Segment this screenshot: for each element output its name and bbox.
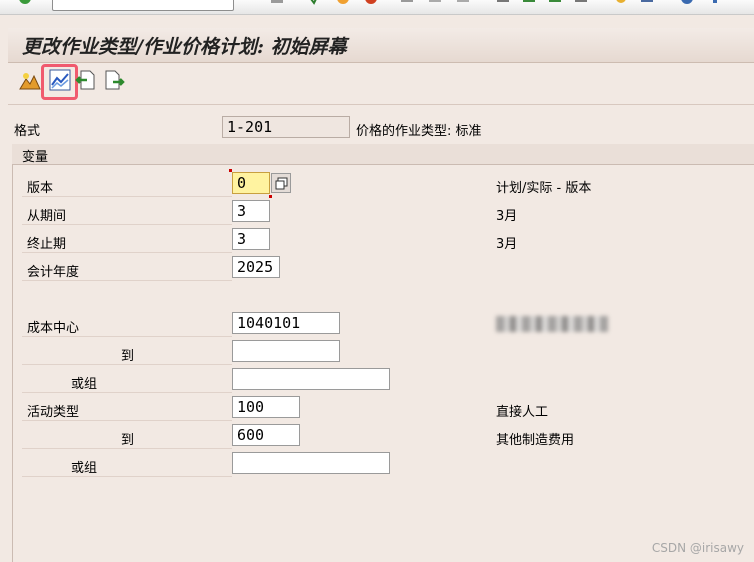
cost-center-to-label: 到 [121, 349, 135, 364]
to-period-label: 终止期 [27, 237, 67, 252]
shortcut-icon[interactable] [640, 0, 654, 9]
line-chart-icon [49, 69, 71, 95]
toolbar-divider [8, 104, 754, 105]
page-title: 更改作业类型/作业价格计划: 初始屏幕 [22, 36, 347, 58]
row-separator [22, 196, 232, 197]
enter-icon[interactable] [18, 0, 32, 9]
document-export-icon [103, 69, 125, 95]
planning-graph-button[interactable] [41, 64, 78, 100]
cost-center-description-redacted [496, 316, 608, 332]
new-session-icon[interactable] [614, 0, 628, 9]
help-icon[interactable] [680, 0, 694, 9]
row-separator [22, 420, 232, 421]
activity-type-to-field[interactable]: 600 [232, 424, 300, 446]
cost-center-group-label: 或组 [71, 377, 98, 392]
version-field[interactable]: 0 [232, 172, 270, 194]
version-label: 版本 [27, 181, 54, 196]
cost-center-to-field[interactable] [232, 340, 340, 362]
command-field[interactable] [52, 0, 234, 11]
row-separator [22, 224, 232, 225]
export-button[interactable] [102, 70, 126, 94]
find-icon[interactable] [428, 0, 442, 9]
to-period-field[interactable]: 3 [232, 228, 270, 250]
row-separator [22, 364, 232, 365]
system-toolbar [0, 0, 754, 15]
activity-type-group-field[interactable] [232, 452, 390, 474]
format-description: 价格的作业类型: 标准 [356, 124, 482, 139]
watermark: CSDN @irisawy [651, 541, 744, 555]
fiscal-year-field[interactable]: 2025 [232, 256, 280, 278]
activity-type-group-label: 或组 [71, 461, 98, 476]
next-page-icon[interactable] [548, 0, 562, 9]
back-icon[interactable] [306, 0, 320, 9]
value-help-button[interactable] [271, 173, 291, 193]
cancel-icon[interactable] [364, 0, 378, 9]
required-marker [269, 195, 272, 198]
save-icon[interactable] [270, 0, 284, 9]
first-page-icon[interactable] [496, 0, 510, 9]
row-separator [22, 336, 232, 337]
row-separator [22, 448, 232, 449]
import-button[interactable] [74, 70, 98, 94]
copy-icon [275, 177, 288, 194]
format-field: 1-201 [222, 116, 350, 138]
exit-icon[interactable] [336, 0, 350, 9]
from-period-label: 从期间 [27, 209, 67, 224]
application-toolbar [16, 64, 156, 100]
layout-icon[interactable] [708, 0, 722, 9]
activity-type-label: 活动类型 [27, 405, 80, 420]
version-description: 计划/实际 - 版本 [496, 181, 592, 196]
last-page-icon[interactable] [574, 0, 588, 9]
print-icon[interactable] [400, 0, 414, 9]
row-separator [22, 476, 232, 477]
format-label: 格式 [14, 124, 41, 139]
to-period-description: 3月 [496, 237, 518, 252]
prev-page-icon[interactable] [522, 0, 536, 9]
cost-center-field[interactable]: 1040101 [232, 312, 340, 334]
fiscal-year-label: 会计年度 [27, 265, 80, 280]
document-import-icon [75, 69, 97, 95]
variables-group-header [12, 144, 754, 165]
find-next-icon[interactable] [456, 0, 470, 9]
activity-type-to-description: 其他制造费用 [496, 433, 575, 448]
from-period-description: 3月 [496, 209, 518, 224]
cost-center-group-field[interactable] [232, 368, 390, 390]
row-separator [22, 280, 232, 281]
from-period-field[interactable]: 3 [232, 200, 270, 222]
cost-center-label: 成本中心 [27, 321, 80, 336]
variables-group-title: 变量 [22, 150, 49, 165]
activity-type-to-label: 到 [121, 433, 135, 448]
required-marker [229, 169, 232, 172]
row-separator [22, 392, 232, 393]
mountain-chart-icon [19, 69, 41, 95]
activity-type-field[interactable]: 100 [232, 396, 300, 418]
row-separator [22, 252, 232, 253]
overview-button[interactable] [18, 70, 42, 94]
activity-type-description: 直接人工 [496, 405, 549, 420]
